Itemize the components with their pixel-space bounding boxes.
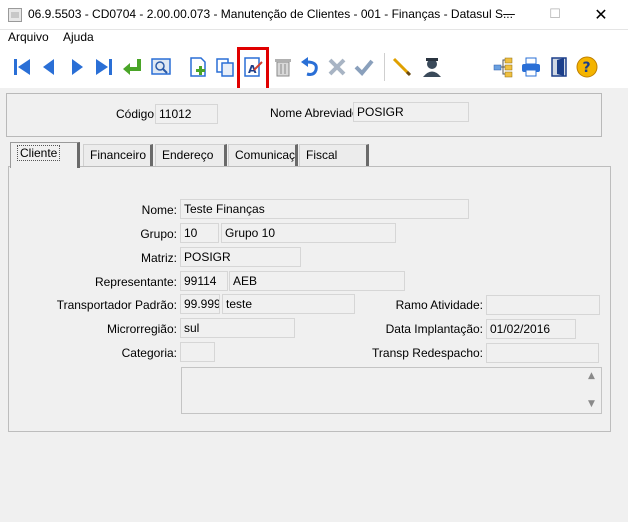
representante-name-field: AEB [229,271,405,291]
minimize-button[interactable]: — [486,0,532,30]
delete-record-icon[interactable] [271,55,295,79]
grupo-label: Grupo: [140,227,177,241]
copy-record-icon[interactable] [213,55,237,79]
editor-scrollbar[interactable]: ▲ ▼ [584,368,601,413]
tab-financeiro[interactable]: Financeiro [83,144,153,166]
window-title: 06.9.5503 - CD0704 - 2.00.00.073 - Manut… [28,7,513,21]
codigo-label: Código: [116,107,158,121]
transportador-name-field: teste [222,294,355,314]
data-implantacao-label: Data Implantação: [385,322,483,336]
last-record-icon[interactable] [92,55,116,79]
title-bar: 06.9.5503 - CD0704 - 2.00.00.073 - Manut… [0,0,628,30]
microrregiao-field[interactable]: sul [180,318,295,338]
representante-code-field[interactable]: 99114 [180,271,228,291]
codigo-field[interactable]: 11012 [155,104,218,124]
scroll-up-icon[interactable]: ▲ [588,371,595,381]
new-record-icon[interactable] [186,55,210,79]
representante-label: Representante: [94,275,177,289]
query-icon[interactable] [390,55,414,79]
menu-ajuda[interactable]: Ajuda [63,30,94,44]
menu-bar: Arquivo Ajuda [0,30,628,48]
undo-icon[interactable] [298,55,322,79]
observacao-editor[interactable]: ▲ ▼ [181,367,602,414]
transportador-label: Transportador Padrão: [56,298,177,312]
tree-icon[interactable] [491,55,515,79]
matriz-label: Matriz: [141,251,177,265]
cancel-icon[interactable] [325,55,349,79]
prev-record-icon[interactable] [37,55,61,79]
ramo-atividade-label: Ramo Atividade: [395,298,483,312]
next-record-icon[interactable] [65,55,89,79]
app-icon [8,8,22,22]
toolbar-separator [384,53,385,81]
categoria-field[interactable] [180,342,215,362]
grupo-code-field[interactable]: 10 [180,223,219,243]
microrregiao-label: Microrregião: [106,322,177,336]
nome-label: Nome: [141,203,177,217]
nome-field[interactable]: Teste Finanças [180,199,469,219]
tab-cliente[interactable]: Cliente [10,142,80,168]
close-button[interactable]: ✕ [578,0,624,30]
print-icon[interactable] [519,55,543,79]
goto-icon[interactable] [121,55,145,79]
tab-fiscal[interactable]: Fiscal [299,144,369,166]
scroll-down-icon[interactable]: ▼ [588,399,595,409]
menu-arquivo[interactable]: Arquivo [8,30,49,44]
edit-record-icon[interactable]: A [241,55,265,79]
data-implantacao-field[interactable]: 01/02/2016 [486,319,576,339]
ramo-atividade-field[interactable] [486,295,600,315]
first-record-icon[interactable] [10,55,34,79]
svg-text:?: ? [583,60,591,76]
matriz-field[interactable]: POSIGR [180,247,301,267]
tab-comunicacao[interactable]: Comunicaç [228,144,298,166]
maximize-button[interactable]: ☐ [532,0,578,30]
search-icon[interactable] [149,55,173,79]
nome-abreviado-field[interactable]: POSIGR [353,102,469,122]
exit-icon[interactable] [547,55,571,79]
transp-redespacho-field[interactable] [486,343,599,363]
categoria-label: Categoria: [121,346,177,360]
tab-endereco[interactable]: Endereço [155,144,227,166]
transp-redespacho-label: Transp Redespacho: [372,346,483,360]
tab-cliente-label: Cliente [17,145,61,161]
help-icon[interactable]: ? [575,55,599,79]
transportador-code-field[interactable]: 99.999 [180,294,220,314]
grupo-desc-field: Grupo 10 [221,223,396,243]
user-icon[interactable] [420,55,444,79]
nome-abreviado-label: Nome Abreviado: [270,106,363,120]
save-icon[interactable] [352,55,376,79]
